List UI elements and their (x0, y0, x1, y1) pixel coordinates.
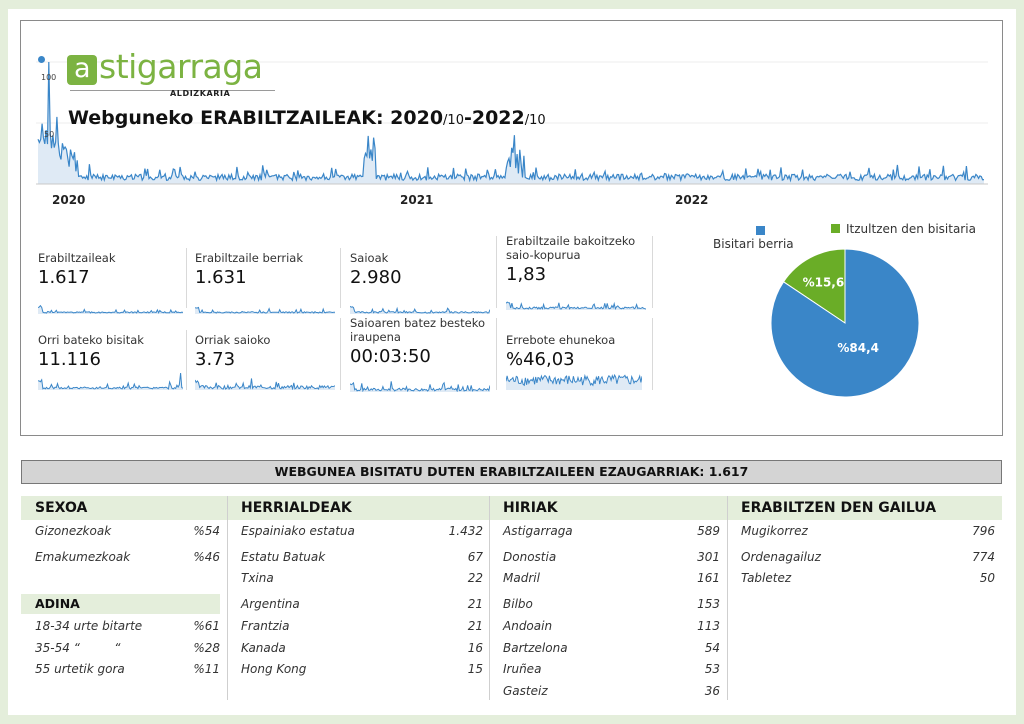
list-item: Bartzelona 54 (503, 641, 720, 655)
kpi-divider (496, 318, 497, 390)
legend-swatch-returning (831, 224, 840, 233)
kpi-bounce-rate: Errebote ehunekoa %46,03 (506, 330, 651, 390)
pie-slice-label-1: %15,6 (803, 276, 845, 290)
list-item: Espainiako estatua 1.432 (241, 524, 483, 538)
kpi-label: Erabiltzaile bakoitzeko saio-kopurua (506, 234, 636, 262)
list-item: 55 urtetik gora %11 (35, 662, 220, 676)
kpi-sparkline (506, 374, 642, 390)
legend-swatch-new (756, 226, 765, 235)
logo-a-icon: a (67, 55, 97, 85)
list-item: Gasteiz 36 (503, 684, 720, 698)
list-item: Kanada 16 (241, 641, 483, 655)
logo-text: stigarraga (99, 47, 263, 86)
kpi-value: 2.980 (350, 267, 402, 288)
kpi-divider (652, 318, 653, 390)
kpi-sparkline (38, 372, 183, 390)
list-item: Bilbo 153 (503, 597, 720, 611)
sexoa-header: SEXOA (21, 496, 227, 520)
hiriak-header: HIRIAK (489, 496, 727, 520)
kpi-sessions: Saioak 2.980 (350, 248, 495, 314)
kpi-new-users: Erabiltzaile berriak 1.631 (195, 248, 340, 314)
pie-legend-returning: Itzultzen den bisitaria (831, 222, 976, 236)
list-item: Frantzia 21 (241, 619, 483, 633)
kpi-value: 11.116 (38, 349, 101, 370)
list-item: Donostia 301 (503, 550, 720, 564)
characteristics-banner: WEBGUNEA BISITATU DUTEN ERABILTZAILEEN E… (21, 460, 1002, 484)
kpi-avg-session-duration: Saioaren batez besteko iraupena 00:03:50 (350, 316, 495, 392)
year-label-2021: 2021 (400, 193, 434, 207)
kpi-label: Saioaren batez besteko iraupena (350, 316, 485, 344)
y-tick-100: 100 (41, 73, 57, 82)
list-item: Hong Kong 15 (241, 662, 483, 676)
kpi-label: Erabiltzaile berriak (195, 251, 303, 265)
list-item: Andoain 113 (503, 619, 720, 633)
kpi-divider (186, 248, 187, 308)
list-item: Madril 161 (503, 571, 720, 585)
adina-header: ADINA (21, 594, 220, 614)
list-item: Tabletez 50 (741, 571, 995, 585)
column-divider (489, 496, 490, 700)
kpi-sparkline (506, 301, 646, 310)
kpi-divider (652, 236, 653, 308)
list-item: 35-54 “ “%28 (35, 641, 220, 655)
column-divider (727, 496, 728, 700)
kpi-users: Erabiltzaileak 1.617 (38, 248, 183, 314)
list-item: 18-34 urte bitarte %61 (35, 619, 220, 633)
herrialdeak-header: HERRIALDEAK (227, 496, 489, 520)
kpi-divider (496, 236, 497, 308)
list-item: Argentina 21 (241, 597, 483, 611)
list-item: Estatu Batuak 67 (241, 550, 483, 564)
kpi-label: Errebote ehunekoa (506, 333, 616, 347)
kpi-divider (186, 330, 187, 390)
list-item: Txina 22 (241, 571, 483, 585)
list-item: Ordenagailuz 774 (741, 550, 995, 564)
kpi-sparkline (195, 306, 335, 314)
year-label-2020: 2020 (52, 193, 86, 207)
kpi-label: Erabiltzaileak (38, 251, 116, 265)
astigarraga-logo: a stigarraga (67, 47, 263, 87)
pie-slice-label-0: %84,4 (837, 341, 879, 355)
kpi-value: 00:03:50 (350, 346, 431, 367)
kpi-sparkline (38, 304, 183, 314)
sparkline-line (350, 305, 490, 314)
series-legend-dot (38, 56, 45, 63)
list-item: Gizonezkoak %54 (35, 524, 220, 538)
kpi-sparkline (195, 378, 335, 390)
y-tick-50: 50 (44, 130, 55, 139)
kpi-label: Saioak (350, 251, 389, 265)
sparkline-line (38, 304, 183, 314)
sparkline-line (38, 372, 183, 390)
kpi-value: 1,83 (506, 264, 547, 285)
kpi-divider (340, 248, 341, 308)
column-divider (227, 496, 228, 700)
list-item: Emakumezkoak %46 (35, 550, 220, 564)
kpi-sparkline (350, 381, 490, 392)
kpi-sessions-per-user: Erabiltzaile bakoitzeko saio-kopurua 1,8… (506, 234, 651, 310)
visitor-type-pie-chart: %15,6 %84,4 (770, 248, 920, 398)
kpi-value: %46,03 (506, 349, 575, 370)
sparkline-line (195, 306, 335, 314)
kpi-divider (340, 318, 341, 390)
kpi-pageviews: Orri bateko bisitak 11.116 (38, 330, 183, 390)
kpi-label: Orri bateko bisitak (38, 333, 144, 347)
kpi-value: 3.73 (195, 349, 236, 370)
kpi-value: 1.617 (38, 267, 90, 288)
page-title: Webguneko ERABILTZAILEAK: 2020/10-2022/1… (68, 107, 546, 129)
list-item: Astigarraga 589 (503, 524, 720, 538)
sparkline-line (350, 381, 490, 392)
kpi-pages-per-session: Orriak saioko 3.73 (195, 330, 340, 390)
kpi-sparkline (350, 305, 490, 314)
kpi-label: Orriak saioko (195, 333, 271, 347)
pie-legend-new (756, 224, 771, 238)
gailua-header: ERABILTZEN DEN GAILUA (727, 496, 1002, 520)
list-item: Iruñea 53 (503, 662, 720, 676)
kpi-value: 1.631 (195, 267, 247, 288)
list-item: Mugikorrez 796 (741, 524, 995, 538)
year-label-2022: 2022 (675, 193, 709, 207)
logo-subtitle: ALDIZKARIA (170, 89, 231, 98)
legend-label-returning: Itzultzen den bisitaria (846, 222, 976, 236)
